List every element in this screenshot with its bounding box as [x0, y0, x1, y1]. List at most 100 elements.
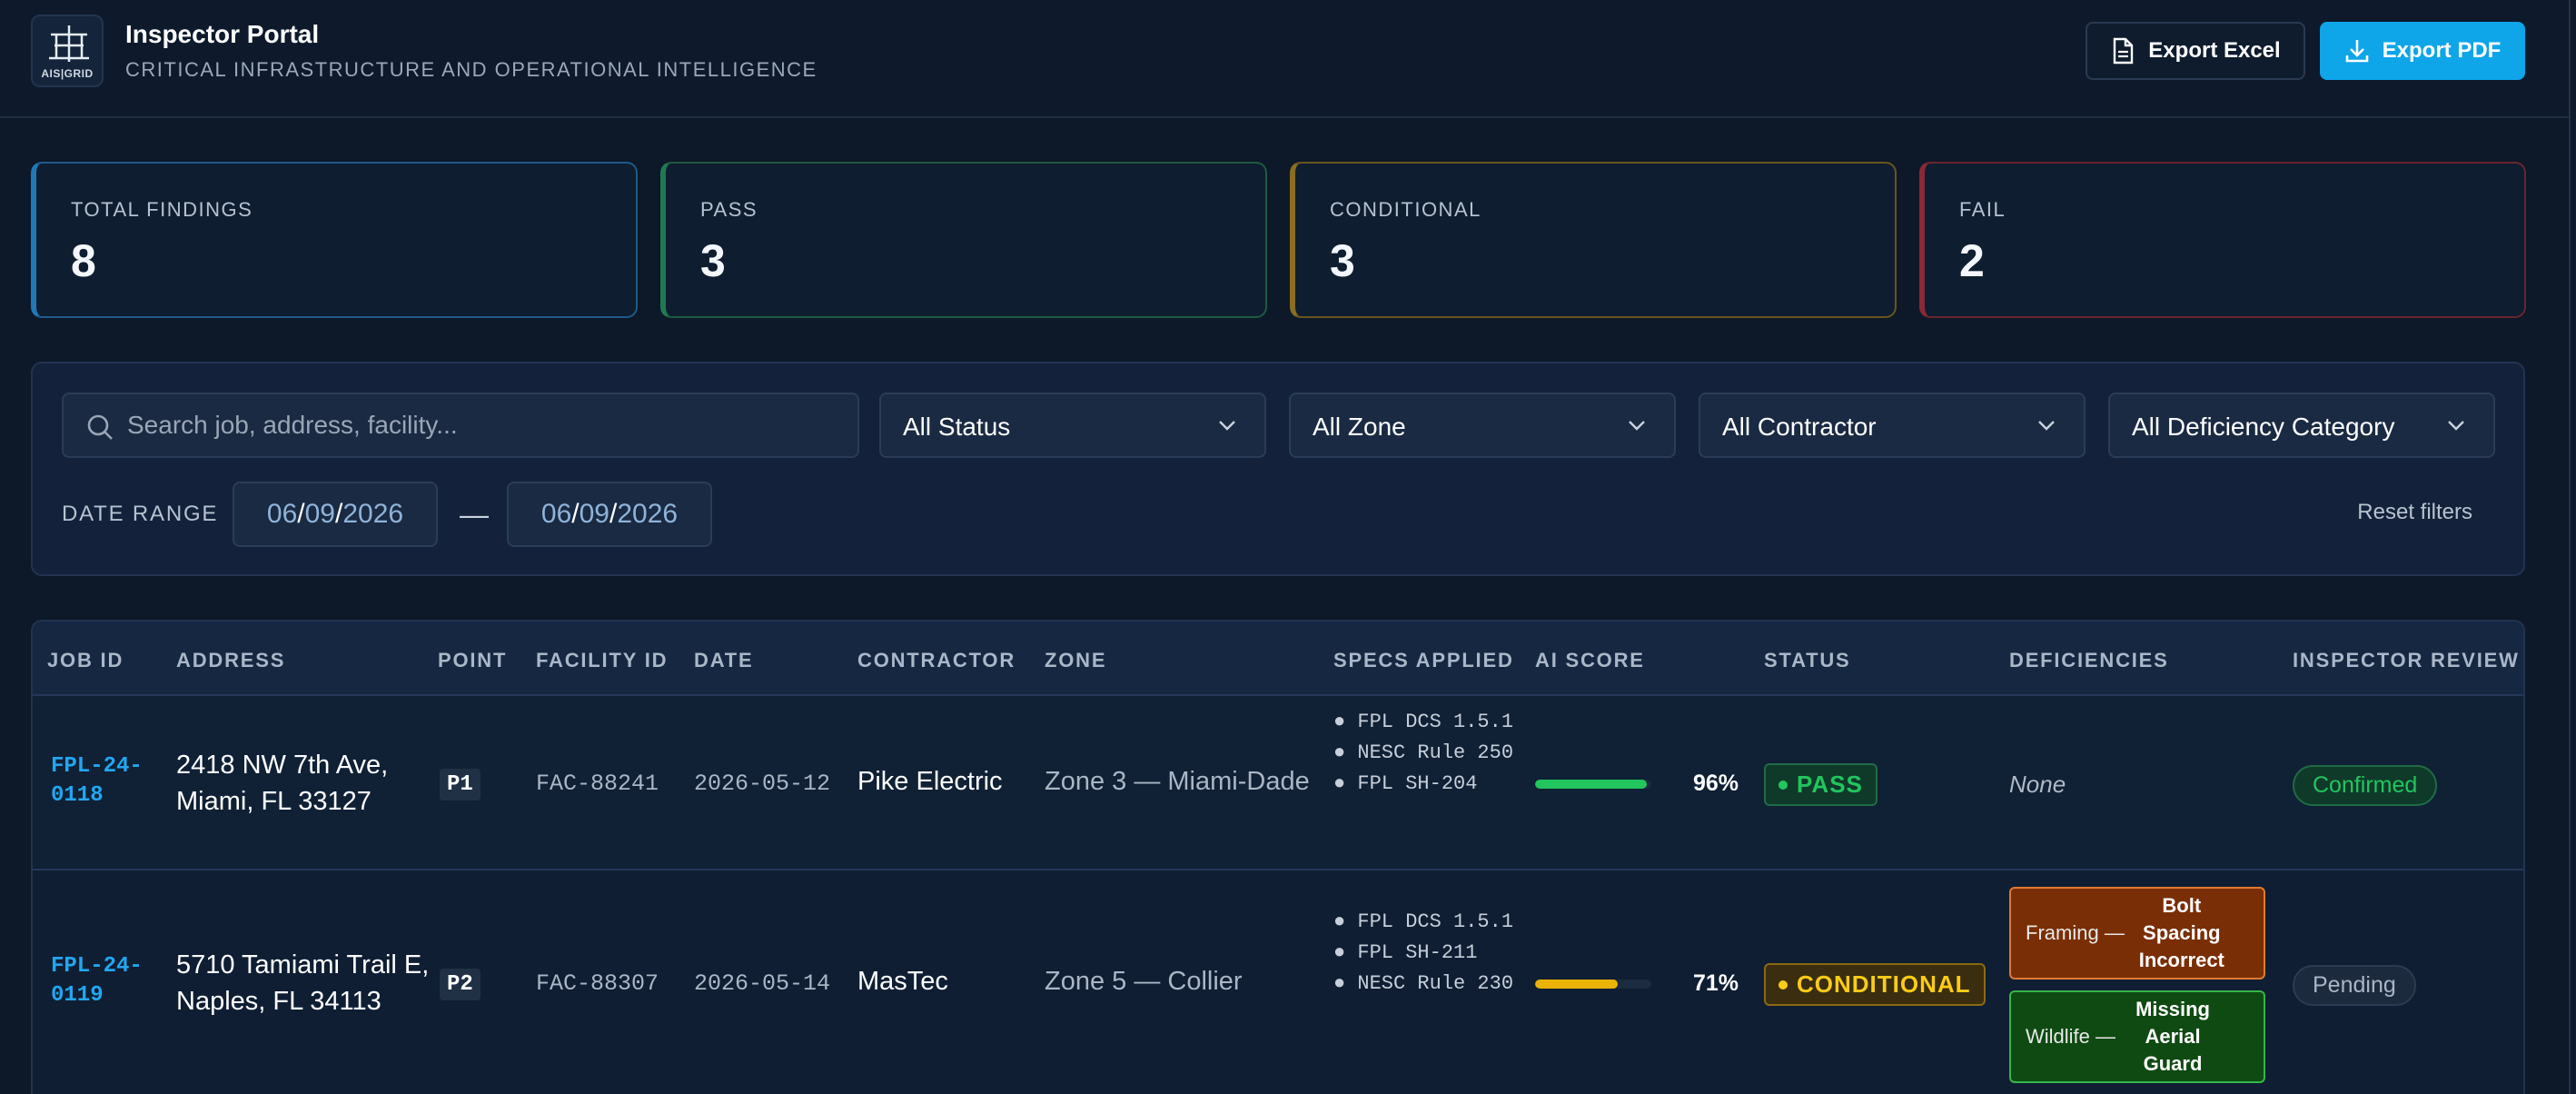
stat-card-pass: PASS 3: [660, 162, 1267, 318]
spec-item-text: FPL SH-211: [1357, 941, 1478, 964]
ai-score-bar: [1535, 980, 1651, 989]
address-cell: 2418 NW 7th Ave, Miami, FL 33127: [176, 751, 389, 816]
contractor-select[interactable]: All Contractor: [1699, 393, 2086, 458]
contractor-select-value: All Contractor: [1722, 413, 1877, 441]
column-header-contractor[interactable]: CONTRACTOR: [857, 649, 1016, 672]
app-title: Inspector Portal: [125, 20, 320, 48]
deficiency-tag-framing[interactable]: Framing — Bolt Spacing Incorrect: [2009, 887, 2265, 980]
column-header-ai-score[interactable]: AI SCORE: [1535, 649, 1645, 672]
ai-score-value: 96%: [1693, 771, 1739, 796]
app-subtitle: CRITICAL INFRASTRUCTURE AND OPERATIONAL …: [125, 58, 817, 81]
date-range-dash: —: [460, 498, 489, 531]
ai-score-bar-fill: [1535, 980, 1618, 989]
stat-card-conditional: CONDITIONAL 3: [1290, 162, 1897, 318]
export-pdf-label: Export PDF: [2382, 38, 2502, 63]
status-cell: PASS: [1764, 763, 1878, 806]
stat-label: CONDITIONAL: [1330, 198, 1481, 221]
column-header-facility-id[interactable]: FACILITY ID: [536, 649, 668, 672]
stat-value: 2: [1959, 235, 1985, 286]
date-separator: /: [297, 499, 305, 529]
table-row[interactable]: FPL-24-0118 2418 NW 7th Ave, Miami, FL 3…: [33, 696, 2523, 870]
search-icon: [87, 414, 113, 440]
column-header-inspector-review[interactable]: INSPECTOR REVIEW: [2293, 649, 2520, 672]
date-from-day: 09: [304, 499, 335, 529]
job-id-link[interactable]: FPL-24-0119: [51, 952, 151, 1010]
column-header-point[interactable]: POINT: [438, 649, 507, 672]
app-header: AIS|GRID Inspector Portal CRITICAL INFRA…: [0, 0, 2569, 118]
date-cell: 2026-05-14: [694, 970, 831, 997]
contractor-cell: Pike Electric: [857, 767, 1003, 796]
table-header: JOB ID ADDRESS POINT FACILITY ID DATE CO…: [33, 622, 2523, 696]
vertical-scrollbar[interactable]: [2569, 0, 2576, 1094]
filter-panel: All Status All Zone All Contractor All D…: [31, 362, 2525, 576]
review-badge[interactable]: Confirmed: [2293, 765, 2438, 806]
spec-item-text: FPL DCS 1.5.1: [1357, 711, 1514, 733]
spec-item: ● FPL SH-211: [1333, 941, 1478, 964]
reset-filters-button[interactable]: Reset filters: [2357, 500, 2472, 525]
deficiency-select-value: All Deficiency Category: [2132, 413, 2395, 441]
grid-tower-icon: [49, 25, 89, 62]
specs-list: ● FPL DCS 1.5.1 ● NESC Rule 250 ● FPL SH…: [1333, 709, 1515, 801]
chevron-down-icon: [1219, 421, 1235, 431]
status-select-value: All Status: [903, 413, 1011, 441]
date-separator: /: [335, 499, 343, 529]
zone-select-value: All Zone: [1313, 413, 1406, 441]
logo-text: AIS|GRID: [41, 67, 94, 80]
spec-item-text: NESC Rule 250: [1357, 741, 1514, 764]
column-header-status[interactable]: STATUS: [1764, 649, 1851, 672]
point-badge: P2: [440, 969, 481, 1000]
status-select[interactable]: All Status: [879, 393, 1266, 458]
status-badge: CONDITIONAL: [1764, 963, 1986, 1006]
deficiency-category-select[interactable]: All Deficiency Category: [2108, 393, 2495, 458]
column-header-deficiencies[interactable]: DEFICIENCIES: [2009, 649, 2169, 672]
table-row[interactable]: FPL-24-0119 5710 Tamiami Trail E, Naples…: [33, 870, 2523, 1094]
column-header-specs-applied[interactable]: SPECS APPLIED: [1333, 649, 1514, 672]
date-separator: /: [609, 499, 618, 529]
spec-item: ● FPL DCS 1.5.1: [1333, 910, 1514, 933]
chevron-down-icon: [2448, 421, 2464, 431]
date-to-year: 2026: [617, 499, 679, 529]
spec-item-text: FPL SH-204: [1357, 772, 1478, 795]
date-to-input[interactable]: 06/09/2026: [507, 482, 712, 547]
column-header-job-id[interactable]: JOB ID: [47, 649, 124, 672]
status-badge: PASS: [1764, 763, 1878, 806]
search-input[interactable]: [127, 394, 845, 456]
deficiencies-none: None: [2009, 771, 2066, 798]
app-logo: AIS|GRID: [31, 15, 104, 87]
deficiency-tag-wildlife[interactable]: Wildlife — Missing Aerial Guard: [2009, 990, 2265, 1083]
document-icon: [2114, 37, 2134, 65]
date-from-input[interactable]: 06/09/2026: [233, 482, 438, 547]
zone-select[interactable]: All Zone: [1289, 393, 1676, 458]
status-badge-text: PASS: [1797, 771, 1863, 798]
date-range-label: DATE RANGE: [62, 502, 219, 526]
findings-table: JOB ID ADDRESS POINT FACILITY ID DATE CO…: [31, 620, 2525, 1094]
download-icon: [2345, 40, 2368, 63]
column-header-date[interactable]: DATE: [694, 649, 753, 672]
status-dot-icon: [1778, 780, 1788, 790]
date-from-year: 2026: [342, 499, 404, 529]
status-badge-text: CONDITIONAL: [1797, 970, 1971, 998]
deficiency-category: Wildlife —: [2026, 1025, 2116, 1048]
zone-cell: Zone 3 — Miami-Dade: [1045, 767, 1310, 796]
export-excel-button[interactable]: Export Excel: [2086, 22, 2305, 80]
export-pdf-button[interactable]: Export PDF: [2320, 22, 2525, 80]
job-id-link[interactable]: FPL-24-0118: [51, 752, 151, 811]
contractor-cell: MasTec: [857, 967, 948, 996]
ai-score-value: 71%: [1693, 970, 1739, 996]
status-cell: CONDITIONAL: [1764, 963, 1986, 1006]
stat-value: 8: [71, 235, 96, 286]
review-cell: Confirmed: [2293, 765, 2438, 806]
deficiency-category: Framing —: [2026, 921, 2125, 944]
column-header-address[interactable]: ADDRESS: [176, 649, 285, 672]
review-badge[interactable]: Pending: [2293, 965, 2416, 1006]
stat-card-fail: FAIL 2: [1919, 162, 2526, 318]
address-cell: 5710 Tamiami Trail E, Naples, FL 34113: [176, 950, 430, 1016]
status-dot-icon: [1778, 980, 1788, 990]
date-to-day: 09: [579, 499, 609, 529]
spec-item-text: NESC Rule 230: [1357, 972, 1514, 995]
search-box[interactable]: [62, 393, 859, 458]
review-cell: Pending: [2293, 965, 2416, 1006]
column-header-zone[interactable]: ZONE: [1045, 649, 1106, 672]
stat-label: FAIL: [1959, 198, 2006, 221]
export-excel-label: Export Excel: [2148, 38, 2281, 63]
